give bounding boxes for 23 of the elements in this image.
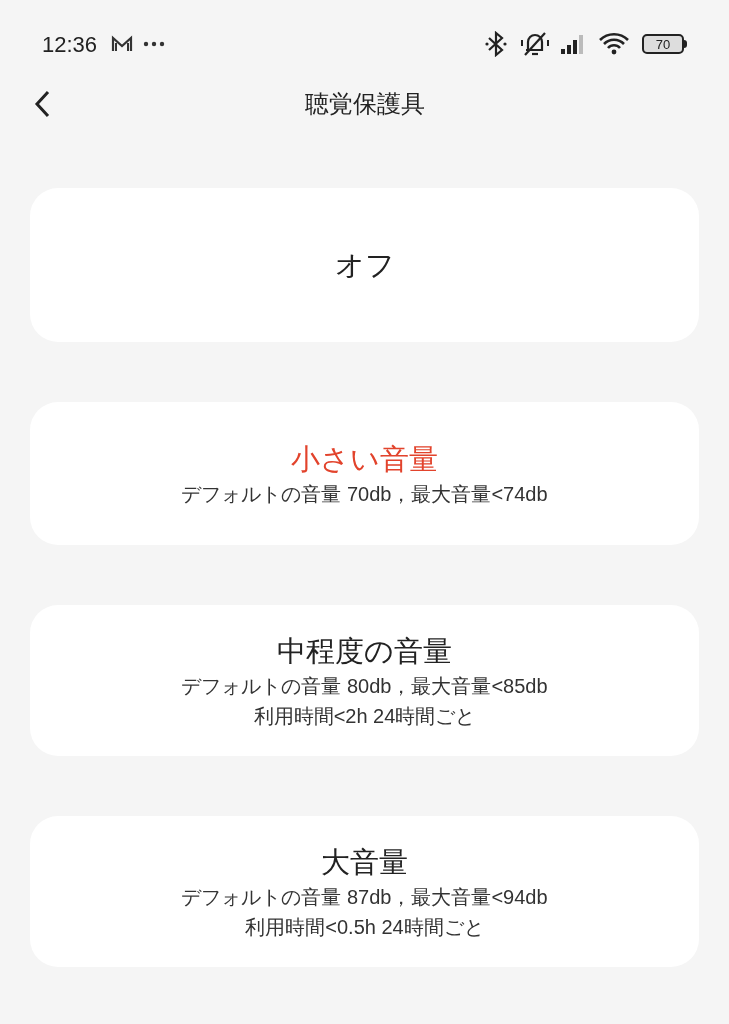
option-description: 利用時間<0.5h 24時間ごと	[245, 914, 484, 940]
option-title: オフ	[334, 248, 395, 283]
option-title: 小さい音量	[291, 441, 438, 477]
option-card[interactable]: オフ	[30, 188, 699, 342]
wifi-icon	[598, 32, 630, 56]
battery-level: 70	[655, 37, 671, 51]
option-card[interactable]: 小さい音量 デフォルトの音量 70db，最大音量<74db	[30, 402, 699, 545]
page-title: 聴覚保護具	[304, 89, 425, 119]
option-title: 大音量	[321, 844, 408, 880]
back-icon[interactable]	[34, 90, 50, 118]
option-description: デフォルトの音量 70db，最大音量<74db	[181, 481, 548, 507]
status-time: 12:36	[42, 30, 98, 59]
option-description: デフォルトの音量 80db，最大音量<85db	[181, 673, 548, 699]
mail-icon	[111, 35, 134, 53]
option-title: 中程度の音量	[277, 633, 452, 669]
option-description: 利用時間<2h 24時間ごと	[253, 703, 476, 729]
option-card[interactable]: 中程度の音量 デフォルトの音量 80db，最大音量<85db 利用時間<2h 24時間ごと	[30, 605, 699, 756]
option-description: デフォルトの音量 87db，最大音量<94db	[181, 884, 548, 910]
option-card[interactable]: 大音量 デフォルトの音量 87db，最大音量<94db 利用時間<0.5h 24時間ごと	[30, 816, 699, 967]
signal-icon	[560, 33, 586, 55]
more-icon	[143, 41, 166, 47]
muted-bell-icon	[520, 31, 550, 57]
bluetooth-icon	[484, 31, 508, 57]
